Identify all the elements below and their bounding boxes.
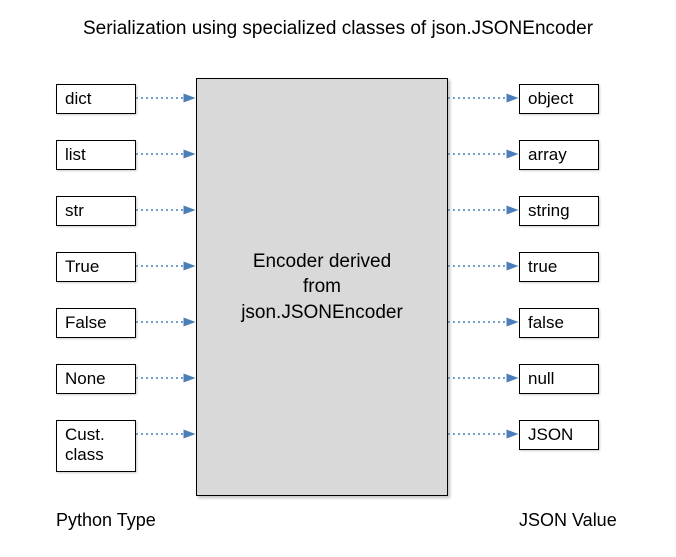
json-value-string: string [519,196,599,226]
encoder-center-box: Encoder derived from json.JSONEncoder [196,78,448,496]
python-type-false: False [56,308,136,338]
encoder-line1: Encoder derived [253,249,391,275]
python-type-true: True [56,252,136,282]
encoder-line2: from [303,274,341,300]
diagram-title: Serialization using specialized classes … [0,18,676,40]
json-value-true: true [519,252,599,282]
python-type-str: str [56,196,136,226]
python-type-none: None [56,364,136,394]
left-column-footer: Python Type [56,510,156,531]
right-column-footer: JSON Value [519,510,617,531]
json-value-null: null [519,364,599,394]
json-value-false: false [519,308,599,338]
encoder-line3: json.JSONEncoder [241,300,403,326]
python-type-list: list [56,140,136,170]
python-type-custclass: Cust. class [56,420,136,472]
json-value-json: JSON [519,420,599,450]
json-value-object: object [519,84,599,114]
json-value-array: array [519,140,599,170]
python-type-dict: dict [56,84,136,114]
